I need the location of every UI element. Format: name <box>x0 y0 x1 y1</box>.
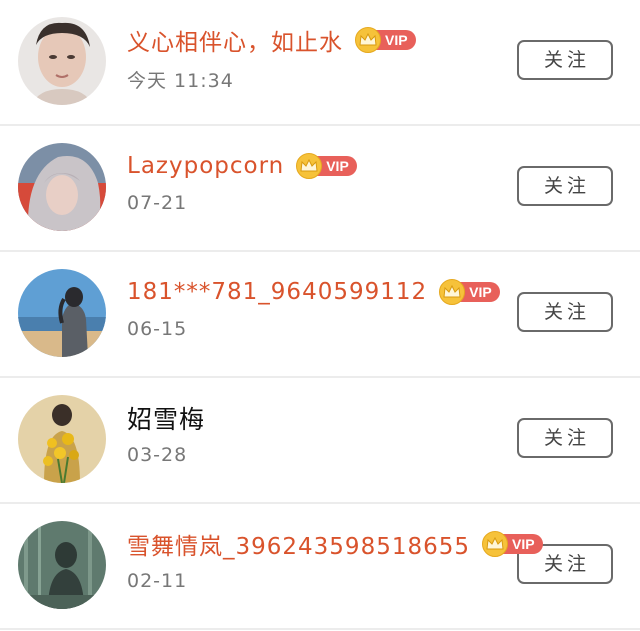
user-portrait-icon <box>18 17 106 105</box>
vip-label: VIP <box>502 534 543 554</box>
list-item[interactable]: 181***781_9640599112 VIP 06-15 关注 <box>0 252 640 378</box>
follow-button[interactable]: 关注 <box>517 166 613 206</box>
follow-button[interactable]: 关注 <box>517 418 613 458</box>
crown-icon <box>355 27 381 53</box>
timestamp: 07-21 <box>127 192 188 214</box>
name-line: 妱雪梅 <box>127 400 205 436</box>
vip-label: VIP <box>459 282 500 302</box>
name-line: 雪舞情岚_396243598518655 VIP <box>127 526 543 562</box>
user-portrait-icon <box>18 395 106 483</box>
vip-badge: VIP <box>296 153 357 179</box>
user-portrait-icon <box>18 143 106 231</box>
username[interactable]: 妱雪梅 <box>127 400 205 436</box>
list-item[interactable]: 妱雪梅 03-28 关注 <box>0 378 640 504</box>
avatar[interactable] <box>18 395 106 483</box>
user-portrait-icon <box>18 269 106 357</box>
timestamp: 06-15 <box>127 318 188 340</box>
follower-list: 义心相伴心，如止水 VIP 今天 11:34 关注 Lazypopcorn VI… <box>0 0 640 630</box>
list-item[interactable]: 义心相伴心，如止水 VIP 今天 11:34 关注 <box>0 0 640 126</box>
list-item[interactable]: 雪舞情岚_396243598518655 VIP 02-11 关注 <box>0 504 640 630</box>
timestamp: 03-28 <box>127 444 188 466</box>
username[interactable]: 雪舞情岚_396243598518655 <box>127 527 470 561</box>
vip-label: VIP <box>375 30 416 50</box>
avatar[interactable] <box>18 143 106 231</box>
user-portrait-icon <box>18 521 106 609</box>
username[interactable]: 义心相伴心，如止水 <box>127 23 343 57</box>
name-line: Lazypopcorn VIP <box>127 148 357 184</box>
avatar[interactable] <box>18 269 106 357</box>
timestamp: 02-11 <box>127 570 188 592</box>
name-line: 181***781_9640599112 VIP <box>127 274 500 310</box>
username[interactable]: Lazypopcorn <box>127 153 284 179</box>
list-item[interactable]: Lazypopcorn VIP 07-21 关注 <box>0 126 640 252</box>
avatar[interactable] <box>18 17 106 105</box>
follow-button[interactable]: 关注 <box>517 40 613 80</box>
username[interactable]: 181***781_9640599112 <box>127 279 427 305</box>
follow-button[interactable]: 关注 <box>517 292 613 332</box>
crown-icon <box>439 279 466 305</box>
vip-badge: VIP <box>439 279 500 305</box>
avatar[interactable] <box>18 521 106 609</box>
crown-icon <box>482 531 508 557</box>
vip-badge: VIP <box>482 531 543 557</box>
name-line: 义心相伴心，如止水 VIP <box>127 22 416 58</box>
vip-badge: VIP <box>355 27 416 53</box>
vip-label: VIP <box>316 156 357 176</box>
timestamp: 今天 11:34 <box>127 70 234 92</box>
